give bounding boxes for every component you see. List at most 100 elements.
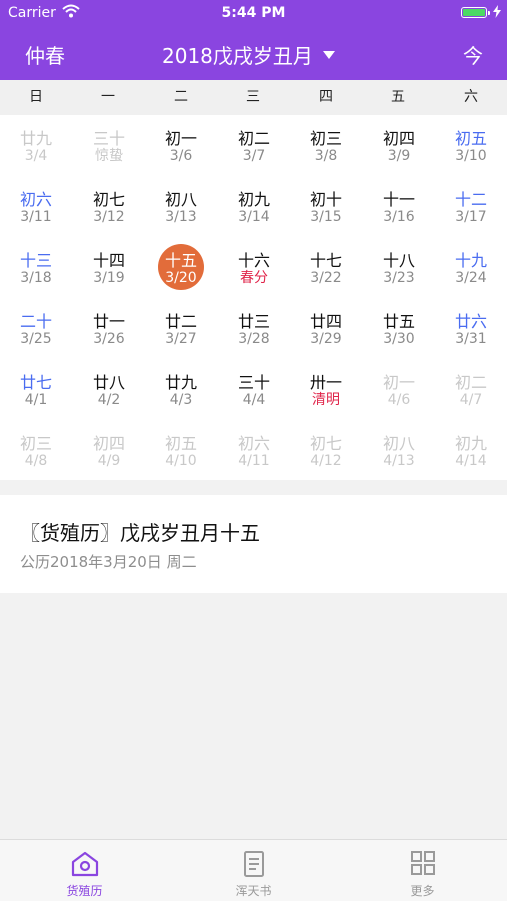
day-cell[interactable]: 初二 4/7: [443, 364, 499, 414]
lunar-date: 十二: [454, 190, 487, 209]
day-cell[interactable]: 廿四 3/29: [298, 303, 354, 353]
day-cell[interactable]: 初一 3/6: [153, 120, 209, 170]
lunar-date: 廿八: [92, 373, 125, 392]
solar-date: 3/19: [93, 270, 125, 286]
tab-huntianshu[interactable]: 浑天书: [169, 840, 338, 901]
lunar-date: 初九: [454, 434, 487, 453]
month-selector[interactable]: 2018戊戌岁丑月: [162, 40, 335, 69]
day-cell[interactable]: 廿七 4/1: [8, 364, 64, 414]
day-cell[interactable]: 十九 3/24: [443, 242, 499, 292]
solar-date: 4/4: [242, 392, 266, 408]
solar-date: 3/31: [455, 331, 487, 347]
weekday-wed: 三: [246, 89, 260, 105]
lunar-date: 廿四: [309, 312, 342, 331]
day-cell[interactable]: 十一 3/16: [371, 181, 427, 231]
day-cell[interactable]: 十七 3/22: [298, 242, 354, 292]
lunar-date: 廿九: [19, 129, 52, 148]
month-title: 2018戊戌岁丑月: [162, 44, 313, 68]
day-cell[interactable]: 初五 3/10: [443, 120, 499, 170]
solar-date: 3/8: [314, 148, 338, 164]
lunar-date: 十九: [454, 251, 487, 270]
solar-date: 4/13: [383, 453, 415, 469]
day-cell[interactable]: 初九 4/14: [443, 425, 499, 475]
day-cell[interactable]: 廿一 3/26: [81, 303, 137, 353]
charging-icon: [493, 5, 501, 22]
day-cell[interactable]: 初二 3/7: [226, 120, 282, 170]
detail-title: 〖货殖历〗戊戌岁丑月十五: [20, 521, 260, 545]
header: Carrier 5:44 PM 仲春 2018戊戌岁丑月 今: [0, 0, 507, 80]
day-cell[interactable]: 卅一 清明: [298, 364, 354, 414]
day-cell[interactable]: 三十 惊蛰: [81, 120, 137, 170]
day-cell[interactable]: 初四 4/9: [81, 425, 137, 475]
solar-date: 3/15: [310, 209, 342, 225]
lunar-date: 廿九: [164, 373, 197, 392]
solar-date: 3/7: [242, 148, 266, 164]
day-cell[interactable]: 十六 春分: [226, 242, 282, 292]
day-cell[interactable]: 十二 3/17: [443, 181, 499, 231]
solar-date: 3/25: [20, 331, 52, 347]
day-cell[interactable]: 二十 3/25: [8, 303, 64, 353]
lunar-date: 廿一: [92, 312, 125, 331]
lunar-date: 初五: [454, 129, 487, 148]
today-button[interactable]: 今: [463, 40, 483, 69]
lunar-date: 十七: [309, 251, 342, 270]
tab-more[interactable]: 更多: [338, 840, 507, 901]
day-cell[interactable]: 初八 3/13: [153, 181, 209, 231]
weekday-mon: 一: [101, 89, 115, 105]
day-cell[interactable]: 初七 3/12: [81, 181, 137, 231]
day-cell[interactable]: 十八 3/23: [371, 242, 427, 292]
season-label[interactable]: 仲春: [25, 40, 65, 69]
solar-date: 4/6: [387, 392, 411, 408]
day-cell[interactable]: 廿二 3/27: [153, 303, 209, 353]
lunar-date: 十一: [382, 190, 415, 209]
day-cell[interactable]: 初十 3/15: [298, 181, 354, 231]
day-cell[interactable]: 廿八 4/2: [81, 364, 137, 414]
lunar-date: 初六: [19, 190, 52, 209]
day-cell[interactable]: 初六 3/11: [8, 181, 64, 231]
lunar-date: 初一: [382, 373, 415, 392]
day-cell[interactable]: 初三 3/8: [298, 120, 354, 170]
lunar-date: 廿七: [19, 373, 52, 392]
day-cell[interactable]: 初四 3/9: [371, 120, 427, 170]
solar-date: 4/2: [97, 392, 121, 408]
lunar-date: 十五: [164, 251, 197, 270]
day-cell[interactable]: 初五 4/10: [153, 425, 209, 475]
lunar-date: 初一: [164, 129, 197, 148]
status-time: 5:44 PM: [221, 5, 286, 21]
day-cell[interactable]: 廿九 4/3: [153, 364, 209, 414]
weekday-header: 日 一 二 三 四 五 六: [0, 80, 507, 116]
solar-date: 3/16: [383, 209, 415, 225]
day-cell[interactable]: 初八 4/13: [371, 425, 427, 475]
caret-down-icon: [322, 50, 335, 59]
solar-date: 3/6: [169, 148, 193, 164]
lunar-date: 卅一: [309, 373, 342, 392]
tab-label: 货殖历: [66, 884, 103, 898]
day-cell[interactable]: 初七 4/12: [298, 425, 354, 475]
day-cell[interactable]: 三十 4/4: [226, 364, 282, 414]
tab-huozhili[interactable]: 货殖历: [0, 840, 169, 901]
solar-date: 3/29: [310, 331, 342, 347]
day-cell[interactable]: 初九 3/14: [226, 181, 282, 231]
day-cell[interactable]: 初一 4/6: [371, 364, 427, 414]
day-cell[interactable]: 十三 3/18: [8, 242, 64, 292]
lunar-date: 初四: [382, 129, 415, 148]
day-cell[interactable]: 十四 3/19: [81, 242, 137, 292]
day-cell[interactable]: 廿五 3/30: [371, 303, 427, 353]
solar-date: 4/9: [97, 453, 121, 469]
day-cell[interactable]: 廿六 3/31: [443, 303, 499, 353]
day-cell-selected[interactable]: 十五 3/20: [153, 242, 209, 292]
day-cell[interactable]: 初六 4/11: [226, 425, 282, 475]
lunar-date: 初八: [382, 434, 415, 453]
lunar-date: 初三: [309, 129, 342, 148]
lunar-date: 初四: [92, 434, 125, 453]
solar-date: 3/28: [238, 331, 270, 347]
solar-date: 3/18: [20, 270, 52, 286]
solar-date: 4/1: [24, 392, 48, 408]
battery-icon: [461, 7, 490, 18]
solar-date: 3/27: [165, 331, 197, 347]
day-cell[interactable]: 廿九 3/4: [8, 120, 64, 170]
day-cell[interactable]: 廿三 3/28: [226, 303, 282, 353]
book-icon: [238, 850, 270, 878]
day-cell[interactable]: 初三 4/8: [8, 425, 64, 475]
solar-date: 3/26: [93, 331, 125, 347]
